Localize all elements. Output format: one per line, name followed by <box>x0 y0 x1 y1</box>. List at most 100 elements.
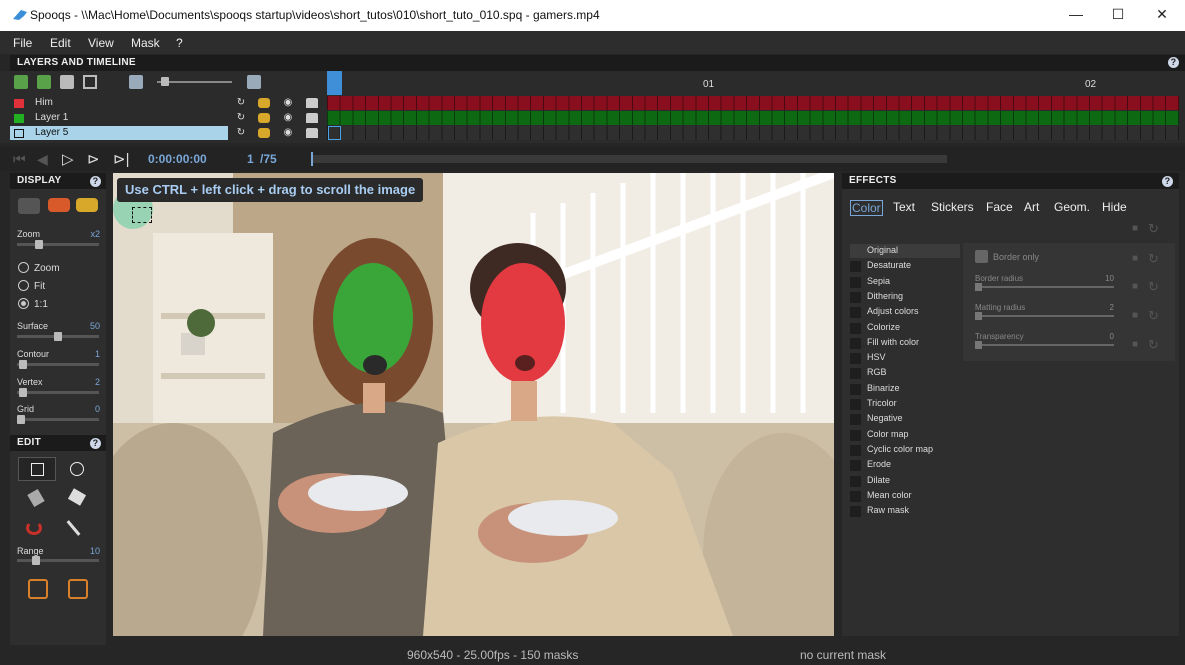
lock-icon[interactable]: ■ <box>1132 223 1138 234</box>
effect-checkbox[interactable] <box>850 414 861 426</box>
effect-checkbox[interactable] <box>850 460 861 472</box>
tab-face[interactable]: Face <box>986 200 1013 214</box>
lock-icon[interactable]: ■ <box>1132 310 1138 321</box>
mask-icon[interactable] <box>258 98 270 108</box>
eraser-tool-icon[interactable] <box>67 488 87 506</box>
effect-item[interactable]: Binarize <box>850 382 960 396</box>
help-icon[interactable]: ? <box>1168 57 1179 68</box>
reset-icon[interactable]: ↻ <box>235 113 247 123</box>
effect-item[interactable]: Dithering <box>850 290 960 304</box>
eye-icon[interactable]: ◉ <box>282 113 294 123</box>
reset-icon[interactable]: ↻ <box>235 98 247 108</box>
effect-checkbox[interactable] <box>850 475 861 487</box>
lock-icon[interactable] <box>306 128 318 138</box>
reset-icon[interactable]: ↻ <box>1148 251 1159 267</box>
duplicate-layer-icon[interactable] <box>37 75 51 89</box>
tab-art[interactable]: Art <box>1024 200 1039 214</box>
lock-icon[interactable] <box>306 98 318 108</box>
video-viewer[interactable] <box>113 173 834 636</box>
radio-1-1[interactable] <box>18 298 29 309</box>
effect-item[interactable]: Erode <box>850 458 960 472</box>
effect-checkbox[interactable] <box>850 307 861 319</box>
menu-edit[interactable]: Edit <box>50 36 71 50</box>
reset-icon[interactable]: ↻ <box>235 128 247 138</box>
delete-layer-icon[interactable] <box>60 75 74 89</box>
radio-fit[interactable] <box>18 280 29 291</box>
mask-icon[interactable] <box>258 128 270 138</box>
grid-slider[interactable] <box>17 415 99 424</box>
timeline-track-layer-1[interactable] <box>327 111 1179 125</box>
slider-knob[interactable] <box>975 341 982 349</box>
close-button[interactable]: ✕ <box>1151 6 1173 24</box>
effect-checkbox[interactable] <box>850 506 861 518</box>
contour-slider[interactable] <box>17 360 99 369</box>
mask-yellow-icon[interactable] <box>76 198 98 212</box>
menu-mask[interactable]: Mask <box>131 36 160 50</box>
effect-checkbox[interactable] <box>850 322 861 334</box>
layer-row-layer-1[interactable]: Layer 1 <box>10 111 228 125</box>
mask-view-icon[interactable] <box>18 198 40 214</box>
playhead[interactable] <box>327 71 342 95</box>
tab-color[interactable]: Color <box>850 200 883 216</box>
effect-checkbox[interactable] <box>850 337 861 349</box>
tab-geom[interactable]: Geom. <box>1054 200 1090 214</box>
effect-item[interactable]: Colorize <box>850 321 960 335</box>
effect-item[interactable]: Negative <box>850 412 960 426</box>
help-icon[interactable]: ? <box>90 438 101 449</box>
move-up-icon[interactable] <box>83 75 97 89</box>
lock-icon[interactable]: ■ <box>1132 253 1138 264</box>
effect-checkbox[interactable] <box>850 399 861 410</box>
radio-zoom[interactable] <box>18 262 29 273</box>
menu-file[interactable]: File <box>13 36 32 50</box>
help-icon[interactable]: ? <box>90 176 101 187</box>
rectangle-tool[interactable] <box>18 457 56 481</box>
mask-icon[interactable] <box>258 113 270 123</box>
effect-item[interactable]: Raw mask <box>850 504 960 518</box>
layer-row-layer-5[interactable]: Layer 5 <box>10 126 228 140</box>
effect-item[interactable]: Dilate <box>850 474 960 488</box>
magic-wand-icon[interactable] <box>66 520 81 536</box>
effect-item[interactable]: RGB <box>850 366 960 380</box>
effect-checkbox[interactable] <box>850 276 861 288</box>
reset-icon[interactable]: ↻ <box>1148 308 1159 324</box>
effect-checkbox[interactable] <box>850 490 861 502</box>
lock-icon[interactable] <box>306 113 318 123</box>
effect-item[interactable]: Color map <box>850 428 960 442</box>
effect-item[interactable]: Tricolor <box>850 397 960 411</box>
prev-frame-icon[interactable]: ◀ <box>37 151 48 168</box>
surface-slider[interactable] <box>17 332 99 341</box>
effect-item[interactable]: Mean color <box>850 489 960 503</box>
timeline-track-layer-5[interactable] <box>327 126 1179 140</box>
effect-checkbox[interactable] <box>850 429 861 441</box>
timeline-track-him[interactable] <box>327 96 1179 110</box>
help-icon[interactable]: ? <box>1162 176 1173 187</box>
reset-icon[interactable]: ↻ <box>1148 221 1159 237</box>
effect-checkbox[interactable] <box>850 444 861 456</box>
pen-tool-icon[interactable] <box>27 488 45 508</box>
next-frame-icon[interactable]: ⊳ <box>87 150 100 168</box>
param-slider[interactable] <box>975 312 1114 320</box>
layer-row-him[interactable]: Him <box>10 96 228 110</box>
effect-checkbox[interactable] <box>850 383 861 395</box>
effect-item[interactable]: Fill with color <box>850 336 960 350</box>
slider-knob[interactable] <box>975 312 982 320</box>
border-only-checkbox[interactable] <box>975 250 988 263</box>
effect-item[interactable]: Cyclic color map <box>850 443 960 457</box>
face-detect-icon[interactable] <box>28 579 48 599</box>
effect-checkbox[interactable] <box>850 353 861 365</box>
effect-checkbox[interactable] <box>850 246 861 257</box>
brush-size-slider[interactable] <box>157 77 232 86</box>
tab-hide[interactable]: Hide <box>1102 200 1127 214</box>
zoom-slider[interactable] <box>17 240 99 249</box>
effect-checkbox[interactable] <box>850 291 861 303</box>
effect-item[interactable]: Original <box>850 244 960 258</box>
menu-help[interactable]: ? <box>176 36 183 50</box>
play-icon[interactable]: ▷ <box>62 150 74 168</box>
effect-checkbox[interactable] <box>850 261 861 273</box>
effect-item[interactable]: HSV <box>850 351 960 365</box>
magnet-tool-icon[interactable] <box>26 521 42 535</box>
last-frame-icon[interactable]: ⊳| <box>113 150 129 168</box>
first-frame-icon[interactable]: ⏮ <box>13 151 26 168</box>
tab-text[interactable]: Text <box>893 200 915 214</box>
tab-stickers[interactable]: Stickers <box>931 200 974 214</box>
